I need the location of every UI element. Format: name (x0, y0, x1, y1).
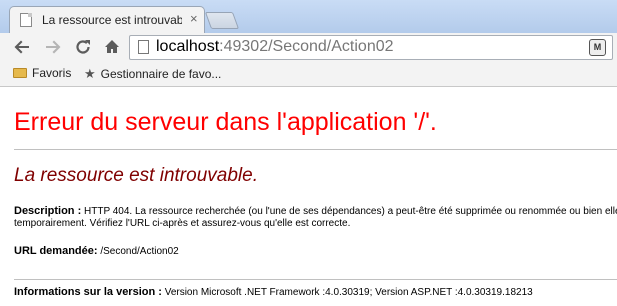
divider (14, 149, 617, 150)
url-text: localhost:49302/Second/Action02 (156, 38, 394, 56)
url-value: /Second/Action02 (100, 246, 179, 257)
browser-toolbar: localhost:49302/Second/Action02 M (0, 33, 617, 63)
forward-arrow-icon[interactable] (42, 36, 64, 58)
tab-close-icon[interactable]: × (190, 11, 198, 26)
page-favicon-icon (20, 13, 32, 27)
browser-tab[interactable]: La ressource est introuvab × (9, 6, 205, 33)
description-line-2: temporairement. Vérifiez l'URL ci-après … (14, 218, 351, 229)
page-content: Erreur du serveur dans l'application '/'… (0, 87, 617, 306)
folder-icon (13, 68, 27, 78)
divider (14, 279, 617, 280)
extension-icon[interactable]: M (589, 39, 606, 56)
tab-strip: La ressource est introuvab × (0, 0, 617, 33)
version-label: Informations sur la version : (14, 286, 162, 298)
url-label: URL demandée: (14, 245, 98, 257)
url-host: localhost (156, 38, 220, 55)
url-path: :49302/Second/Action02 (219, 38, 394, 55)
requested-url: URL demandée: /Second/Action02 (14, 245, 179, 257)
error-subtitle: La ressource est introuvable. (14, 165, 258, 186)
description-line-1: Description : HTTP 404. La ressource rec… (14, 205, 617, 217)
bookmark-label: Gestionnaire de favo... (100, 67, 222, 81)
home-icon[interactable] (101, 36, 123, 58)
version-info: Informations sur la version : Version Mi… (14, 286, 533, 298)
description-text: HTTP 404. La ressource recherchée (ou l'… (84, 206, 617, 217)
error-title: Erreur du serveur dans l'application '/'… (14, 108, 437, 136)
star-icon: ★ (84, 66, 96, 81)
bookmark-label: Favoris (32, 66, 72, 80)
address-bar[interactable]: localhost:49302/Second/Action02 M (129, 35, 613, 60)
new-tab-button[interactable] (204, 12, 240, 29)
bookmark-favoris[interactable]: Favoris (13, 66, 71, 84)
tab-title: La ressource est introuvab (42, 13, 182, 27)
bookmarks-bar: Favoris ★ Gestionnaire de favo... (0, 63, 617, 87)
description-label: Description : (14, 205, 82, 217)
bookmark-manager[interactable]: ★ Gestionnaire de favo... (84, 66, 221, 84)
page-icon (138, 40, 149, 54)
version-value: Version Microsoft .NET Framework :4.0.30… (164, 287, 533, 298)
back-arrow-icon[interactable] (11, 36, 33, 58)
reload-icon[interactable] (72, 36, 94, 58)
